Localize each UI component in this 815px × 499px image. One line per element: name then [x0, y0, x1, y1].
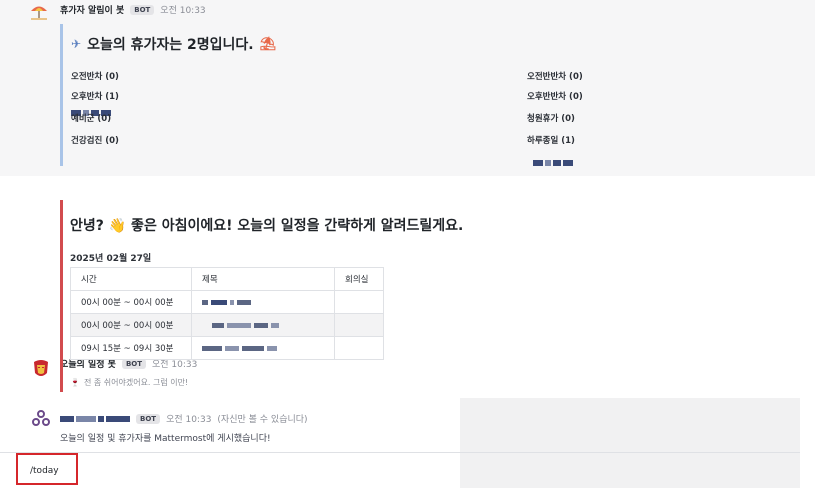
post-header: 휴가자 알림이 봇 BOT 오전 10:33	[60, 3, 206, 16]
message-input[interactable]: /today	[16, 453, 78, 485]
cell-room	[334, 336, 384, 360]
cell-time: 09시 15분 ~ 09시 30분	[70, 336, 192, 360]
side-panel	[460, 398, 800, 488]
field-label: 오전반차 (0)	[71, 72, 119, 82]
header-room: 회의실	[334, 267, 384, 291]
message-text: 오늘의 일정 및 휴가자를 Mattermost에 게시했습니다!	[60, 434, 271, 444]
table-header-row: 시간 제목 회의실	[70, 267, 384, 291]
airplane-icon: ✈	[71, 37, 82, 51]
footer-text: 전 좀 쉬어야겠어요. 그럼 이만!	[83, 378, 189, 387]
bot-badge: BOT	[130, 4, 155, 15]
redacted-author[interactable]	[60, 415, 130, 422]
schedule-footer: 🍷 전 좀 쉬어야겠어요. 그럼 이만!	[70, 377, 188, 388]
field-label: 건강검진 (0)	[71, 136, 119, 146]
timestamp[interactable]: 오전 10:33	[166, 412, 211, 425]
cell-room	[334, 313, 384, 337]
attachment-title: ✈ 오늘의 휴가자는 2명입니다. ⛱	[71, 34, 276, 54]
cell-title-redacted	[191, 290, 335, 314]
webhook-icon[interactable]	[30, 409, 52, 431]
redacted-name	[71, 101, 113, 116]
title-text: 오늘의 휴가자는 2명입니다.	[87, 37, 254, 53]
author-name[interactable]: 휴가자 알림이 봇	[60, 3, 124, 16]
field-label: 오후반반차 (0)	[527, 92, 583, 102]
post-vacation-bot: 휴가자 알림이 봇 BOT 오전 10:33 ✈ 오늘의 휴가자는 2명입니다.…	[0, 0, 815, 176]
header-time: 시간	[70, 267, 192, 291]
field-label: 하루종일 (1)	[527, 136, 575, 146]
header-title: 제목	[191, 267, 335, 291]
cell-time: 00시 00분 ~ 00시 00분	[70, 290, 192, 314]
schedule-table: 시간 제목 회의실 00시 00분 ~ 00시 00분 00시 00분 ~ 00…	[70, 267, 384, 360]
input-divider	[0, 452, 800, 453]
field-label: 오전반반차 (0)	[527, 72, 583, 82]
field-label: 청원휴가 (0)	[527, 114, 575, 124]
redacted-name	[533, 151, 575, 166]
schedule-date: 2025년 02월 27일	[70, 254, 152, 264]
post-header: BOT 오전 10:33 (자신만 볼 수 있습니다)	[60, 412, 308, 425]
timestamp[interactable]: 오전 10:33	[160, 3, 205, 16]
attachment-title: 안녕? 👋 좋은 아침이에요! 오늘의 일정을 간략하게 알려드릴게요.	[70, 218, 464, 234]
cell-room	[334, 290, 384, 314]
cell-title-redacted	[191, 336, 335, 360]
beach-umbrella-icon[interactable]	[28, 2, 50, 24]
cocktail-icon: 🍷	[70, 378, 80, 387]
attachment-vacation: ✈ 오늘의 휴가자는 2명입니다. ⛱ 오전반차 (0) 오후반차 (1) 예비…	[60, 24, 803, 166]
table-row: 09시 15분 ~ 09시 30분	[70, 336, 384, 360]
cell-time: 00시 00분 ~ 00시 00분	[70, 313, 192, 337]
visibility-note: (자신만 볼 수 있습니다)	[217, 415, 308, 425]
beach-umbrella-icon: ⛱	[259, 36, 277, 52]
iron-mask-icon[interactable]	[30, 359, 52, 381]
bot-badge: BOT	[136, 413, 161, 424]
table-row: 00시 00분 ~ 00시 00분	[70, 290, 384, 314]
field-label: 예비군 (0)	[71, 114, 112, 124]
cell-title-redacted	[191, 313, 335, 337]
table-row: 00시 00분 ~ 00시 00분	[70, 313, 384, 337]
